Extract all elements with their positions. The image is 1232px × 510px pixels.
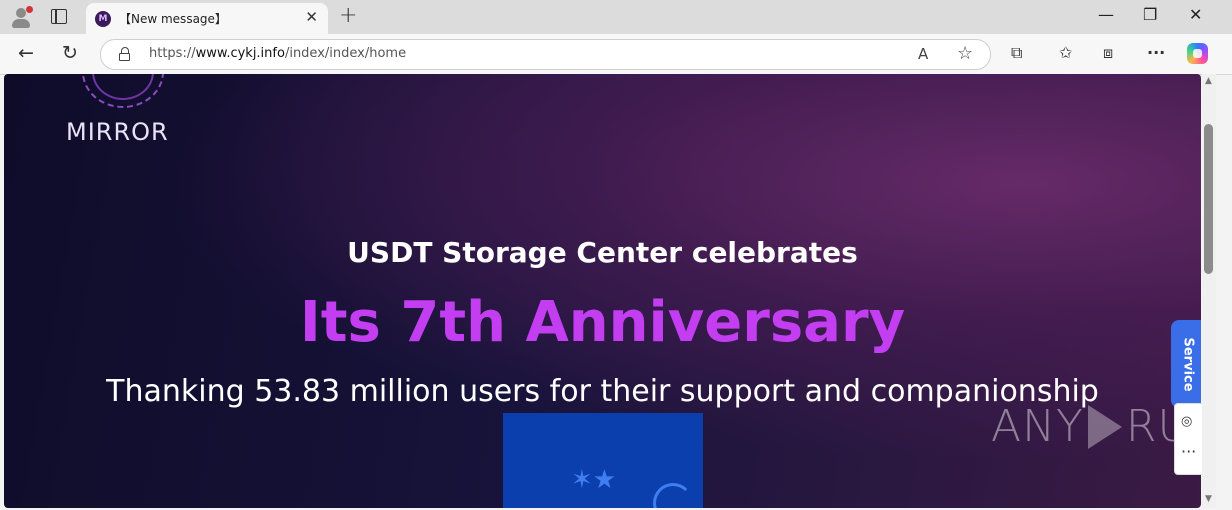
hide-icon[interactable]: ◎ <box>1181 414 1192 429</box>
anyrun-watermark: ANYRUN <box>991 401 1201 452</box>
extensions-icon[interactable]: ⧉ <box>1011 43 1022 63</box>
side-more-icon[interactable]: ··· <box>1181 442 1196 461</box>
scroll-up-arrow-icon[interactable]: ▲ <box>1205 76 1212 86</box>
site-favicon-icon: M <box>95 11 111 27</box>
back-button[interactable]: ← <box>18 42 34 64</box>
web-page-banner: MIRROR USDT Storage Center celebrates It… <box>4 74 1201 508</box>
tab-close-icon[interactable]: ✕ <box>305 8 318 26</box>
scrollbar-thumb[interactable] <box>1204 124 1213 274</box>
tab-actions-icon[interactable] <box>51 9 67 24</box>
service-button[interactable]: Service <box>1171 320 1201 408</box>
profile-avatar-icon[interactable] <box>9 5 33 29</box>
headline-anniversary: Its 7th Anniversary <box>299 290 906 355</box>
logo-text[interactable]: MIRROR <box>66 118 169 146</box>
browser-toolbar: ← ↻ https://www.cykj.info/index/index/ho… <box>0 34 1232 75</box>
mirror-logo-icon[interactable] <box>82 74 164 108</box>
more-menu-icon[interactable]: ··· <box>1147 43 1165 62</box>
favorites-icon[interactable]: ✩ <box>1059 43 1072 62</box>
play-icon <box>1087 405 1122 449</box>
restore-button[interactable]: ❐ <box>1143 5 1157 24</box>
new-tab-button[interactable]: + <box>339 3 357 28</box>
tab-title: 【New message】 <box>119 12 227 26</box>
read-aloud-icon[interactable]: A <box>918 45 928 63</box>
promo-image[interactable]: ✶★ <box>503 413 703 508</box>
tab-active[interactable]: M 【New message】 ✕ <box>86 3 328 34</box>
collections-icon[interactable]: ⧈ <box>1103 43 1113 63</box>
close-window-button[interactable]: ✕ <box>1189 5 1202 24</box>
side-panel: ◎ ··· <box>1174 403 1203 475</box>
headline-celebrates: USDT Storage Center celebrates <box>347 236 858 269</box>
tab-strip: M 【New message】 ✕ + — ❐ ✕ <box>0 0 1232 34</box>
url-text[interactable]: https://www.cykj.info/index/index/home <box>149 46 406 61</box>
favorite-star-icon[interactable]: ☆ <box>957 43 973 64</box>
service-label: Service <box>1180 337 1196 392</box>
address-bar[interactable]: https://www.cykj.info/index/index/home A… <box>100 39 991 70</box>
url-prefix: https:// <box>149 46 196 61</box>
minimize-button[interactable]: — <box>1098 5 1114 24</box>
sparkle-icon: ✶★ <box>571 465 617 495</box>
url-host: www.cykj.info <box>195 46 285 61</box>
watermark-left: ANY <box>991 401 1084 452</box>
arc-decoration <box>653 483 693 508</box>
lock-icon[interactable] <box>119 47 131 61</box>
url-path: /index/index/home <box>284 46 407 61</box>
reload-button[interactable]: ↻ <box>62 42 78 64</box>
scroll-down-arrow-icon[interactable]: ▼ <box>1205 494 1212 504</box>
copilot-icon[interactable] <box>1187 43 1208 64</box>
